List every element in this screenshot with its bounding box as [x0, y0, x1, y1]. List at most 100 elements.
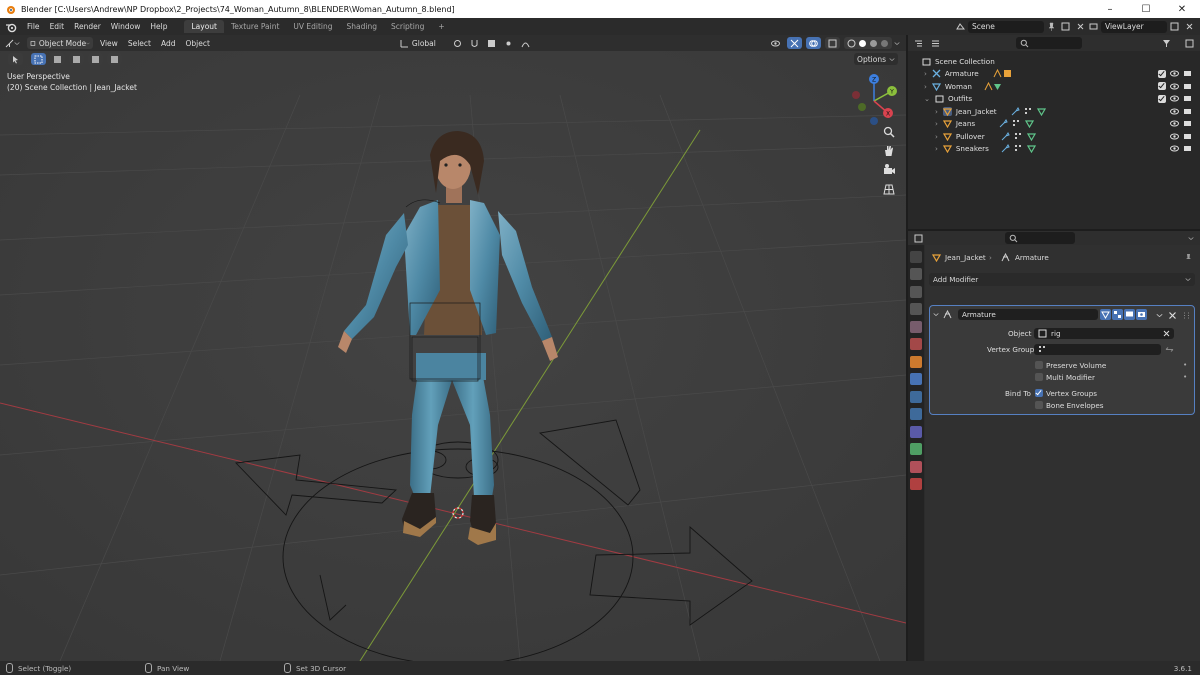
- expand-arrow-icon[interactable]: ›: [935, 132, 938, 141]
- outliner-row-outfits[interactable]: ⌄ Outfits: [908, 93, 1200, 106]
- outliner-row-jeans[interactable]: › Jeans: [908, 118, 1200, 131]
- tab-layout[interactable]: Layout: [184, 20, 224, 33]
- on-cage-toggle-icon[interactable]: [1112, 309, 1123, 320]
- select-mode-new[interactable]: [31, 53, 46, 65]
- texture-tab-icon[interactable]: [910, 478, 922, 490]
- snap-target-icon[interactable]: [487, 39, 496, 48]
- keyframe-dot-icon[interactable]: •: [1183, 372, 1187, 381]
- mode-dropdown[interactable]: Object Mode: [27, 37, 93, 49]
- chevron-down-icon[interactable]: [1156, 311, 1163, 320]
- viewport-scene[interactable]: [0, 35, 906, 661]
- eye-icon[interactable]: [1170, 119, 1179, 128]
- outliner-row-jean-jacket[interactable]: › Jean_Jacket: [908, 105, 1200, 118]
- add-modifier-button[interactable]: Add Modifier: [929, 273, 1195, 286]
- proportional-edit-icon[interactable]: [504, 39, 513, 48]
- select-mode-intersect[interactable]: [107, 53, 122, 65]
- display-mode-icon[interactable]: [931, 39, 940, 48]
- wireframe-shading-icon[interactable]: [847, 39, 856, 48]
- chevron-down-icon[interactable]: [1188, 234, 1194, 243]
- expand-arrow-icon[interactable]: ›: [924, 82, 927, 91]
- outliner-row-armature[interactable]: › Armature: [908, 68, 1200, 81]
- outliner-row-pullover[interactable]: › Pullover: [908, 130, 1200, 143]
- render-camera-icon[interactable]: [1183, 144, 1192, 153]
- perspective-toggle-icon[interactable]: [882, 182, 896, 196]
- pivot-icon[interactable]: [453, 39, 462, 48]
- toolbar-toggle[interactable]: [8, 53, 23, 65]
- eye-icon[interactable]: [1170, 69, 1179, 78]
- render-camera-icon[interactable]: [1183, 94, 1192, 103]
- select-mode-invert[interactable]: [88, 53, 103, 65]
- material-shading-icon[interactable]: [869, 39, 878, 48]
- maximize-button[interactable]: ☐: [1128, 4, 1164, 15]
- eye-icon[interactable]: [1170, 144, 1179, 153]
- bone-envelopes-checkbox[interactable]: [1035, 401, 1043, 409]
- 3d-viewport[interactable]: Object Mode View Select Add Object Globa…: [0, 35, 906, 661]
- delete-view-layer-icon[interactable]: [1185, 22, 1194, 31]
- rendered-shading-icon[interactable]: [880, 39, 889, 48]
- transform-orientation-dropdown[interactable]: Global: [397, 37, 447, 49]
- menu-window[interactable]: Window: [106, 18, 146, 35]
- expand-arrow-icon[interactable]: ›: [935, 107, 938, 116]
- exclude-checkbox[interactable]: [1158, 94, 1166, 103]
- constraints-tab-icon[interactable]: [910, 425, 922, 438]
- pan-hand-icon[interactable]: [882, 144, 896, 158]
- exclude-checkbox[interactable]: [1158, 82, 1166, 91]
- expand-arrow-icon[interactable]: ›: [935, 144, 938, 153]
- minimize-button[interactable]: –: [1092, 4, 1128, 15]
- new-view-layer-icon[interactable]: [1170, 22, 1179, 31]
- viewport-menu-object[interactable]: Object: [180, 35, 214, 52]
- chevron-down-icon[interactable]: [933, 310, 939, 319]
- edit-mode-toggle-icon[interactable]: [1100, 309, 1111, 320]
- eye-icon[interactable]: [1170, 94, 1179, 103]
- blender-menu-icon[interactable]: [5, 21, 17, 33]
- xray-toggle[interactable]: [825, 37, 840, 49]
- navigation-gizmo[interactable]: Z Y X: [846, 73, 902, 129]
- invert-arrows-icon[interactable]: [1165, 345, 1174, 354]
- new-collection-icon[interactable]: [1185, 39, 1194, 48]
- gizmo-neg-x-icon[interactable]: [852, 91, 860, 99]
- tab-scripting[interactable]: Scripting: [384, 20, 431, 33]
- object-tab-icon[interactable]: [910, 355, 922, 368]
- close-window-button[interactable]: ✕: [1164, 4, 1200, 15]
- add-workspace-button[interactable]: +: [431, 20, 451, 33]
- material-tab-icon[interactable]: [910, 460, 922, 473]
- properties-search[interactable]: [1005, 232, 1075, 244]
- preserve-volume-checkbox[interactable]: [1035, 361, 1043, 369]
- modifier-tab-icon[interactable]: [910, 373, 922, 385]
- menu-help[interactable]: Help: [145, 18, 172, 35]
- falloff-icon[interactable]: [521, 39, 530, 48]
- object-field[interactable]: rig: [1034, 328, 1174, 339]
- menu-edit[interactable]: Edit: [45, 18, 70, 35]
- scene-selector[interactable]: Scene: [968, 20, 1044, 33]
- view-layer-selector[interactable]: ViewLayer: [1101, 20, 1167, 33]
- tab-uv-editing[interactable]: UV Editing: [286, 20, 339, 33]
- camera-view-icon[interactable]: [882, 163, 896, 177]
- viewport-menu-select[interactable]: Select: [123, 35, 156, 52]
- tool-tab-icon[interactable]: [910, 250, 922, 263]
- viewport-toggle-icon[interactable]: [1124, 309, 1135, 320]
- keyframe-dot-icon[interactable]: •: [1183, 360, 1187, 369]
- select-mode-extend[interactable]: [50, 53, 65, 65]
- outliner-editor-icon[interactable]: [914, 39, 923, 48]
- render-tab-icon[interactable]: [910, 268, 922, 280]
- gizmo-neg-y-icon[interactable]: [858, 103, 866, 111]
- vertex-group-field[interactable]: [1034, 344, 1161, 355]
- collapse-arrow-icon[interactable]: ⌄: [924, 94, 930, 103]
- data-tab-icon[interactable]: [910, 443, 922, 455]
- eye-icon[interactable]: [1170, 132, 1179, 141]
- pin-icon[interactable]: [1184, 253, 1193, 262]
- close-icon[interactable]: [1168, 311, 1177, 320]
- snap-icon[interactable]: [470, 39, 479, 48]
- menu-file[interactable]: File: [22, 18, 45, 35]
- clear-field-icon[interactable]: [1162, 329, 1171, 338]
- visibility-icon[interactable]: [771, 39, 780, 48]
- outliner-row-woman[interactable]: › Woman: [908, 80, 1200, 93]
- shading-modes[interactable]: [844, 37, 892, 49]
- tab-texture-paint[interactable]: Texture Paint: [224, 20, 286, 33]
- view-layer-tab-icon[interactable]: [910, 303, 922, 315]
- render-camera-icon[interactable]: [1183, 119, 1192, 128]
- gizmo-toggle[interactable]: [787, 37, 802, 49]
- outliner-row-scene-collection[interactable]: Scene Collection: [908, 55, 1200, 68]
- filter-icon[interactable]: [1162, 39, 1171, 48]
- render-camera-icon[interactable]: [1183, 82, 1192, 91]
